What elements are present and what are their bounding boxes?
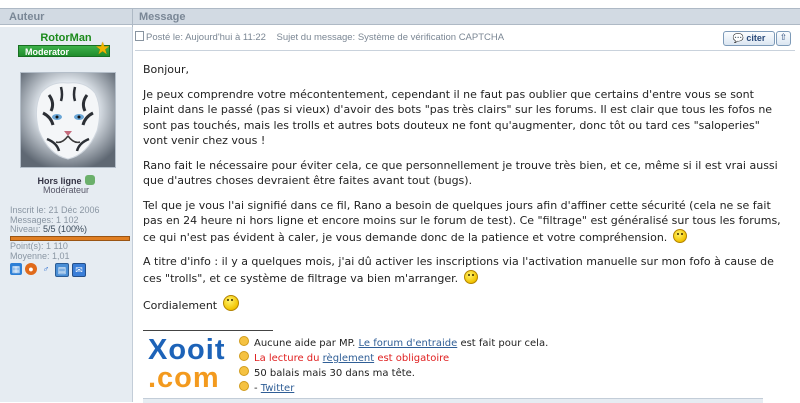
message-column-header: Message xyxy=(133,8,800,25)
firefox-icon: ● xyxy=(25,263,37,275)
rules-link[interactable]: règlement xyxy=(323,353,374,364)
help-forum-link[interactable]: Le forum d'entraide xyxy=(359,338,458,349)
bullet-icon xyxy=(239,366,249,376)
author-points: Point(s): 1 110 Moyenne: 1,01 xyxy=(10,241,70,261)
sig-line3-text: 50 balais mais 30 dans ma tête. xyxy=(254,368,415,379)
author-icons: ▦ ● ♂ ▤ ✉ xyxy=(10,263,86,277)
post-closing-text: Cordialement xyxy=(143,299,218,312)
users-icon xyxy=(84,175,95,185)
post-footer-edge xyxy=(143,398,763,403)
smile-icon xyxy=(463,269,478,284)
post-date: Posté le: Aujourd'hui à 11:22 xyxy=(146,32,266,43)
xooit-logo[interactable]: Xooit .com xyxy=(143,332,239,394)
quote-label: citer xyxy=(746,33,766,43)
male-icon: ♂ xyxy=(42,264,50,274)
white-tiger-icon xyxy=(21,73,115,167)
signature-divider xyxy=(143,330,273,331)
signature-line-4: - Twitter xyxy=(239,381,548,396)
quote-icon: 💬 xyxy=(732,33,744,43)
signature-line-3: 50 balais mais 30 dans ma tête. xyxy=(239,366,548,381)
sig-line1-prefix: Aucune aide par MP. xyxy=(254,338,359,349)
stat-average: Moyenne: 1,01 xyxy=(10,250,70,261)
post-paragraph-4: A titre d'info : il y a quelques mois, j… xyxy=(143,254,783,286)
signature-line-1: Aucune aide par MP. Le forum d'entraide … xyxy=(239,336,548,351)
bullet-icon xyxy=(239,381,249,391)
author-role: Modérateur xyxy=(42,185,90,195)
signature: Xooit .com Aucune aide par MP. Le forum … xyxy=(143,332,763,402)
profile-icon[interactable]: ▤ xyxy=(55,263,69,277)
signature-lines: Aucune aide par MP. Le forum d'entraide … xyxy=(239,336,548,396)
arrow-up-icon: ⇧ xyxy=(779,33,788,43)
stat-level-label: Niveau: xyxy=(10,224,44,234)
sig-line2-suffix: est obligatoire xyxy=(374,353,450,364)
stat-level: Niveau: 5/5 (100%) xyxy=(10,224,100,235)
forum-post: Auteur Message RotorMan Moderator ★ Hors… xyxy=(0,0,800,403)
post-paragraph-2: Rano fait le nécessaire pour éviter cela… xyxy=(143,158,778,188)
post-greeting: Bonjour, xyxy=(143,63,190,76)
messenger-icon[interactable]: ✉ xyxy=(72,263,86,277)
post-paragraph-4-text: A titre d'info : il y a quelques mois, j… xyxy=(143,255,774,285)
sig-line4-prefix: - xyxy=(254,383,261,394)
logo-text-bottom: .com xyxy=(148,362,220,394)
bullet-icon xyxy=(239,336,249,346)
star-icon: ★ xyxy=(95,39,111,58)
author-stats: Inscrit le: 21 Déc 2006 Messages: 1 102 … xyxy=(10,205,100,235)
bullet-icon xyxy=(239,351,249,361)
windows-icon: ▦ xyxy=(10,263,22,275)
scroll-top-button[interactable]: ⇧ xyxy=(776,31,791,46)
post-body: Bonjour, Je peux comprendre votre mécont… xyxy=(143,62,783,323)
post-paragraph-3: Tel que je vous l'ai signifié dans ce fi… xyxy=(143,198,783,246)
author-column-header: Auteur xyxy=(0,8,132,25)
quote-button[interactable]: 💬 citer xyxy=(723,31,775,46)
post-icon xyxy=(135,31,144,41)
sig-line1-suffix: est fait pour cela. xyxy=(457,338,549,349)
post-closing: Cordialement xyxy=(143,295,783,314)
twitter-link[interactable]: Twitter xyxy=(261,383,295,394)
stat-level-value: 5/5 (100%) xyxy=(43,224,88,234)
post-header-divider xyxy=(135,50,795,51)
author-panel: RotorMan Moderator ★ Hors ligne Modérate… xyxy=(0,27,133,402)
post-header: Posté le: Aujourd'hui à 11:22 Sujet du m… xyxy=(135,29,795,47)
avatar xyxy=(20,72,116,168)
smile-icon xyxy=(672,228,687,243)
author-username[interactable]: RotorMan xyxy=(0,32,132,44)
signature-line-2: La lecture du règlement est obligatoire xyxy=(239,351,548,366)
sig-line2-prefix: La lecture du xyxy=(254,353,323,364)
thumbs-up-smiley-icon xyxy=(222,295,239,311)
post-paragraph-1: Je peux comprendre votre mécontentement,… xyxy=(143,87,773,148)
post-subject: Sujet du message: Système de vérificatio… xyxy=(276,32,505,43)
